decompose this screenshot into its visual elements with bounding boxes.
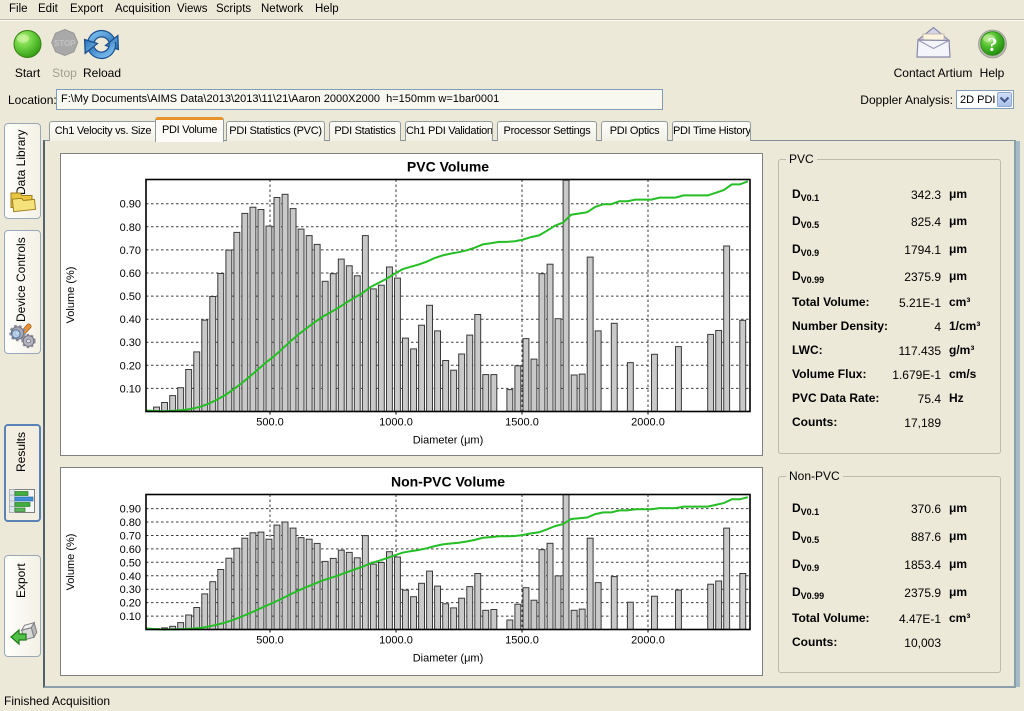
svg-text:2000.0: 2000.0: [631, 635, 665, 647]
svg-text:1500.0: 1500.0: [505, 635, 539, 647]
svg-text:Volume (%): Volume (%): [65, 534, 77, 591]
svg-text:2000.0: 2000.0: [631, 417, 665, 429]
svg-text:0.20: 0.20: [120, 598, 141, 610]
svg-text:0.30: 0.30: [120, 337, 141, 349]
svg-text:0.50: 0.50: [120, 557, 141, 569]
svg-text:500.0: 500.0: [256, 635, 284, 647]
svg-text:0.70: 0.70: [120, 245, 141, 257]
svg-text:STOP: STOP: [54, 39, 76, 48]
svg-text:0.30: 0.30: [120, 584, 141, 596]
svg-text:0.40: 0.40: [120, 314, 141, 326]
svg-text:?: ?: [988, 34, 998, 56]
svg-text:0.70: 0.70: [120, 531, 141, 543]
svg-text:Diameter (μm): Diameter (μm): [413, 653, 484, 665]
svg-text:Diameter (μm): Diameter (μm): [413, 435, 484, 447]
svg-text:500.0: 500.0: [256, 417, 284, 429]
svg-text:1500.0: 1500.0: [505, 417, 539, 429]
svg-text:0.20: 0.20: [120, 360, 141, 372]
svg-text:0.10: 0.10: [120, 611, 141, 623]
svg-text:1000.0: 1000.0: [379, 417, 413, 429]
svg-text:0.40: 0.40: [120, 571, 141, 583]
svg-text:0.50: 0.50: [120, 291, 141, 303]
svg-text:Non-PVC Volume: Non-PVC Volume: [391, 474, 505, 490]
svg-text:0.60: 0.60: [120, 544, 141, 556]
svg-text:0.80: 0.80: [120, 517, 141, 529]
svg-text:0.80: 0.80: [120, 222, 141, 234]
svg-text:0.90: 0.90: [120, 199, 141, 211]
svg-text:Volume (%): Volume (%): [65, 267, 77, 324]
svg-text:PVC Volume: PVC Volume: [407, 159, 489, 175]
svg-text:0.90: 0.90: [120, 504, 141, 516]
svg-text:0.10: 0.10: [120, 383, 141, 395]
svg-text:0.60: 0.60: [120, 268, 141, 280]
svg-text:1000.0: 1000.0: [379, 635, 413, 647]
